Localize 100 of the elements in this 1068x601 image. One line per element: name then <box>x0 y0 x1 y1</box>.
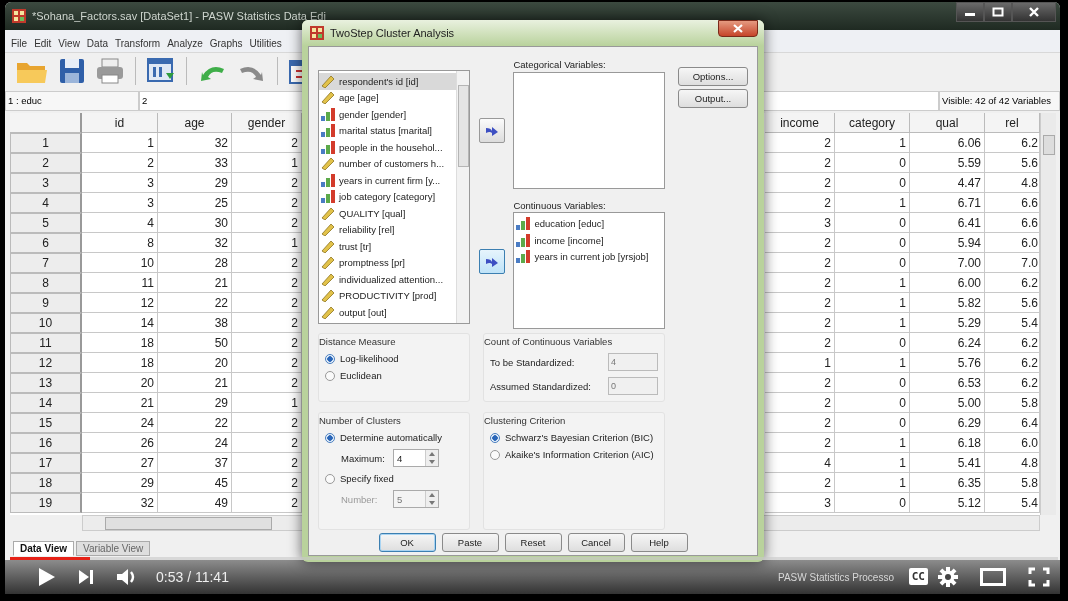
dialog-button[interactable]: Help <box>630 533 688 552</box>
variable-item[interactable]: age [age] <box>319 89 456 106</box>
menu-item[interactable]: Transform <box>115 37 161 49</box>
vertical-scrollbar[interactable] <box>1040 113 1056 515</box>
radio-option[interactable]: Akaike's Information Criterion (AIC) <box>490 449 658 460</box>
row-number[interactable]: 6 <box>10 233 82 253</box>
move-to-categorical-button[interactable] <box>478 118 505 143</box>
variable-item[interactable]: PRODUCTIVITY [prod] <box>319 287 456 304</box>
radio-option[interactable]: Specify fixed <box>325 473 463 484</box>
close-button[interactable] <box>718 20 758 37</box>
dialog-button[interactable]: Reset <box>504 533 562 552</box>
row-number[interactable]: 3 <box>10 173 82 193</box>
down-arrow-icon[interactable] <box>429 460 435 464</box>
column-header[interactable]: income <box>765 113 835 133</box>
variable-item[interactable]: promptness [pr] <box>319 254 456 271</box>
menu-item[interactable]: Analyze <box>167 37 203 49</box>
categorical-variables-list[interactable] <box>513 71 665 189</box>
variable-item[interactable]: QUALITY [qual] <box>319 205 456 222</box>
radio-button[interactable] <box>325 353 335 364</box>
dialog-button[interactable]: OK <box>378 533 436 552</box>
variable-item[interactable]: number of customers h... <box>319 155 456 172</box>
menu-item[interactable]: Utilities <box>249 37 282 49</box>
fullscreen-icon[interactable] <box>1028 566 1050 587</box>
column-header[interactable]: category <box>835 113 910 133</box>
printer-icon[interactable] <box>95 57 125 85</box>
dialog-window-icon[interactable] <box>146 57 176 85</box>
radio-option[interactable]: Determine automatically <box>325 432 463 443</box>
list-scrollbar[interactable] <box>455 71 469 323</box>
row-number[interactable]: 4 <box>10 193 82 213</box>
row-number[interactable]: 2 <box>10 153 82 173</box>
spinner-field[interactable]: 4 <box>393 449 439 467</box>
menu-item[interactable]: View <box>58 37 80 49</box>
variable-item[interactable]: respondent's id [id] <box>319 73 456 90</box>
row-number[interactable]: 7 <box>10 253 82 273</box>
variable-item[interactable]: trust [tr] <box>319 238 456 255</box>
radio-button[interactable] <box>325 473 335 484</box>
dialog-button[interactable]: Options... <box>678 67 748 86</box>
row-number[interactable]: 15 <box>10 413 82 433</box>
variable-item[interactable]: output [out] <box>319 304 456 321</box>
row-number[interactable]: 1 <box>10 133 82 153</box>
row-number[interactable]: 14 <box>10 393 82 413</box>
theater-mode-icon[interactable] <box>980 567 1006 586</box>
column-header[interactable]: id <box>82 113 158 133</box>
play-icon[interactable] <box>38 566 56 587</box>
spinner-field[interactable]: 5 <box>393 490 439 508</box>
menu-item[interactable]: Edit <box>34 37 52 49</box>
column-header[interactable]: rel <box>985 113 1040 133</box>
move-to-continuous-button[interactable] <box>478 249 505 274</box>
variable-item[interactable]: years in current job [yrsjob] <box>514 248 664 265</box>
dialog-button[interactable]: Cancel <box>567 533 625 552</box>
close-icon <box>1028 7 1040 17</box>
radio-option[interactable]: Schwarz's Bayesian Criterion (BIC) <box>490 432 658 443</box>
up-arrow-icon[interactable] <box>429 452 435 456</box>
down-arrow-icon[interactable] <box>429 501 435 505</box>
row-number[interactable]: 17 <box>10 453 82 473</box>
visible-variables-count: Visible: 42 of 42 Variables <box>939 91 1060 111</box>
row-number[interactable]: 11 <box>10 333 82 353</box>
next-icon[interactable] <box>78 568 94 585</box>
progress-bar[interactable] <box>10 557 1058 560</box>
minimize-button[interactable] <box>956 2 984 22</box>
row-number[interactable]: 9 <box>10 293 82 313</box>
row-number[interactable]: 16 <box>10 433 82 453</box>
variable-item[interactable]: individualized attention... <box>319 271 456 288</box>
column-header[interactable]: gender <box>232 113 302 133</box>
variable-item[interactable]: job category [category] <box>319 188 456 205</box>
bar-chart-icon <box>321 173 335 187</box>
radio-button[interactable] <box>490 449 500 460</box>
row-number[interactable]: 12 <box>10 353 82 373</box>
radio-button[interactable] <box>490 432 500 443</box>
continuous-variables-list[interactable]: education [educ] income [income] years in current job [yrsjob] <box>513 212 665 329</box>
view-tab[interactable]: Data View <box>13 541 75 556</box>
row-number[interactable]: 10 <box>10 313 82 333</box>
variable-item[interactable]: years in current firm [y... <box>319 172 456 189</box>
radio-option[interactable]: Euclidean <box>325 370 463 381</box>
variable-item[interactable]: gender [gender] <box>319 106 456 123</box>
view-tab[interactable]: Variable View <box>76 541 151 556</box>
menu-item[interactable]: Data <box>86 37 108 49</box>
settings-icon[interactable] <box>938 566 958 587</box>
variable-item[interactable]: marital status [marital] <box>319 122 456 139</box>
radio-button[interactable] <box>325 432 335 443</box>
up-arrow-icon[interactable] <box>429 493 435 497</box>
row-number[interactable]: 18 <box>10 473 82 493</box>
variable-item[interactable]: people in the househol... <box>319 139 456 156</box>
radio-option[interactable]: Log-likelihood <box>325 353 463 364</box>
menu-item[interactable]: Graphs <box>209 37 243 49</box>
dialog-button[interactable]: Output... <box>678 89 748 108</box>
row-number[interactable]: 5 <box>10 213 82 233</box>
variable-item[interactable]: education [educ] <box>514 215 664 232</box>
menu-item[interactable]: File <box>11 37 28 49</box>
maximize-button[interactable] <box>984 2 1012 22</box>
row-number[interactable]: 19 <box>10 493 82 513</box>
row-number[interactable]: 13 <box>10 373 82 393</box>
variable-item[interactable]: reliability [rel] <box>319 221 456 238</box>
close-button[interactable] <box>1012 2 1056 22</box>
column-header[interactable]: age <box>158 113 232 133</box>
column-header[interactable]: qual <box>910 113 985 133</box>
radio-button[interactable] <box>325 370 335 381</box>
dialog-button[interactable]: Paste <box>441 533 499 552</box>
row-number[interactable]: 8 <box>10 273 82 293</box>
variable-item[interactable]: income [income] <box>514 231 664 249</box>
